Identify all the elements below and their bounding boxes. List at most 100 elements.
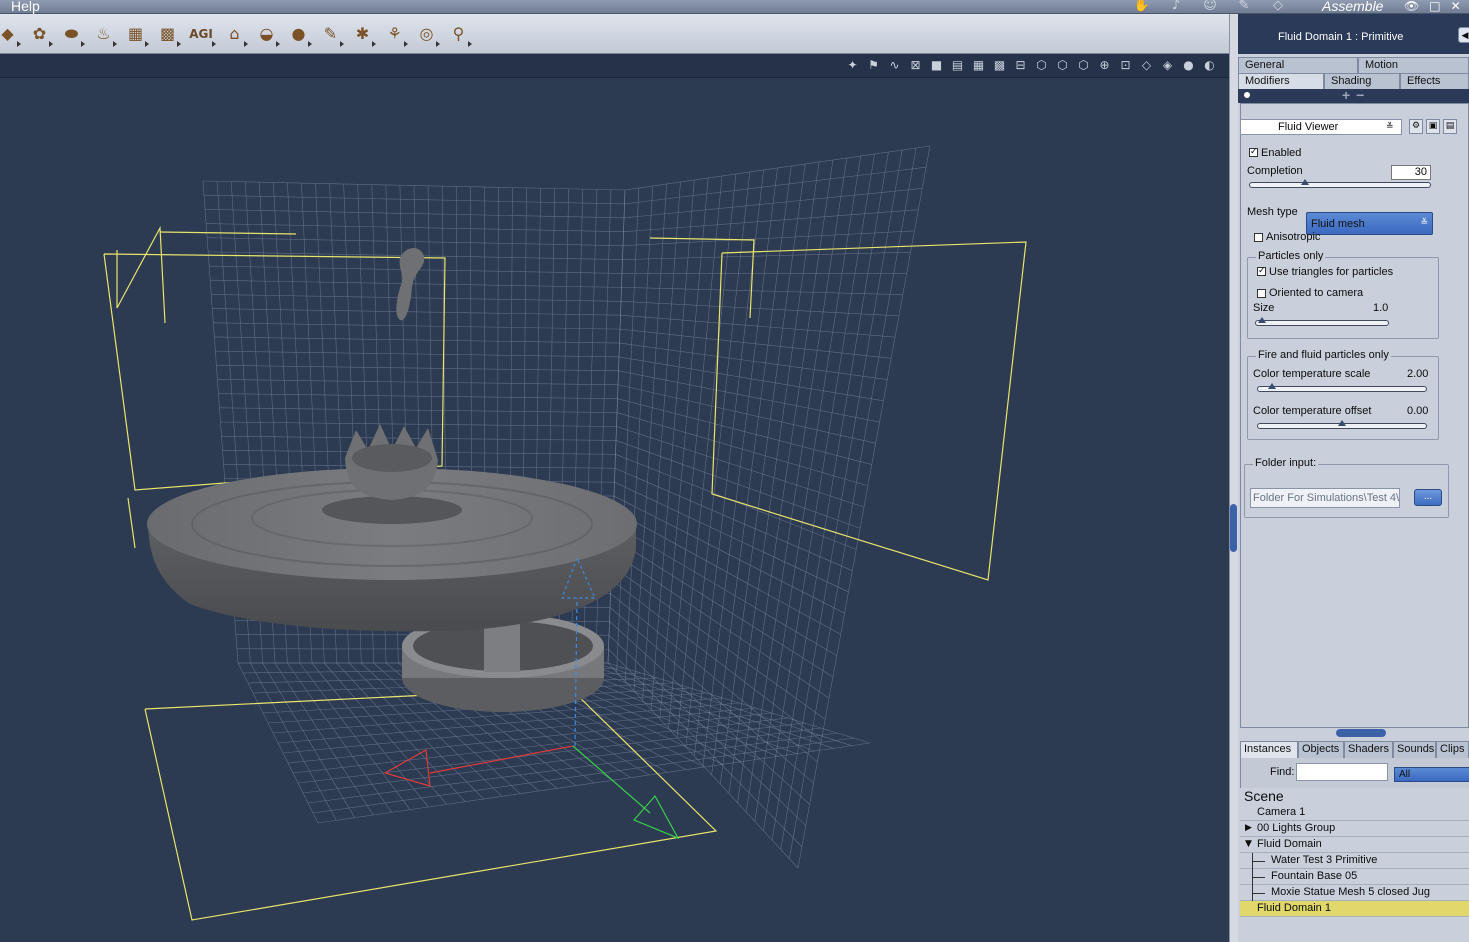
expand-icon[interactable]: ▶ (1245, 821, 1252, 836)
agi-tool[interactable]: AGI (186, 20, 216, 47)
tab-general[interactable]: General (1238, 57, 1358, 73)
fire-tool[interactable]: ♨ (90, 20, 117, 47)
scene-tree-row[interactable]: Moxie Statue Mesh 5 closed Jug (1240, 885, 1469, 901)
anisotropic-checkbox[interactable] (1254, 233, 1263, 242)
viewport-scene[interactable] (0, 78, 1230, 942)
library-tabs: Instances Objects Shaders Sounds Clips (1240, 741, 1469, 758)
viewport-mode-icon[interactable]: ● (1181, 58, 1196, 73)
face-icon[interactable]: ☺ (1198, 0, 1222, 14)
sun-tool[interactable]: ◆ (0, 20, 21, 47)
load-icon[interactable]: ▤ (1443, 119, 1457, 134)
completion-field[interactable]: 30 (1391, 165, 1431, 180)
tab-effects[interactable]: Effects (1400, 73, 1469, 89)
viewport-mode-icon[interactable]: ■ (929, 58, 944, 73)
panel-horizontal-splitter[interactable] (1238, 728, 1469, 740)
viewport-mode-icon[interactable]: ▦ (971, 58, 986, 73)
house-tool[interactable]: ⌂ (221, 20, 248, 47)
hand-icon[interactable]: ✋ (1130, 0, 1154, 14)
find-scope-select[interactable]: All (1394, 767, 1469, 782)
browse-folder-button[interactable]: ... (1414, 489, 1442, 506)
viewport-mode-icon[interactable]: ◈ (1160, 58, 1175, 73)
modifier-select[interactable]: Fluid Viewer ≚ (1240, 119, 1402, 135)
scene-tree-row[interactable]: Camera 1 (1240, 805, 1469, 821)
tab-sounds[interactable]: Sounds (1393, 741, 1436, 758)
bone-tool[interactable]: ⚲ (445, 20, 472, 47)
3d-viewport[interactable] (0, 78, 1230, 942)
modifier-dot-icon[interactable] (1244, 92, 1250, 98)
viewport-mode-icon[interactable]: ▤ (950, 58, 965, 73)
menu-help[interactable]: Help (11, 0, 40, 14)
viewport-mode-icon[interactable]: ▩ (992, 58, 1007, 73)
viewport-mode-icon[interactable]: ◇ (1139, 58, 1154, 73)
viewport-mode-icon[interactable]: ⊡ (1118, 58, 1133, 73)
collapse-icon[interactable]: ▼ (1245, 837, 1252, 852)
scene-tree-row[interactable]: Water Test 3 Primitive (1240, 853, 1469, 869)
viewport-mode-icon[interactable]: ⬡ (1055, 58, 1070, 73)
tab-objects[interactable]: Objects (1298, 741, 1344, 758)
bug-tool[interactable]: ✱ (349, 20, 376, 47)
tree-branch-line (1252, 853, 1266, 869)
horizontal-splitter-handle[interactable] (1336, 729, 1386, 737)
tree-tool[interactable]: ✿ (26, 20, 53, 47)
mesh-type-select[interactable]: Fluid mesh ≚ (1306, 212, 1433, 235)
add-remove-modifier-icons[interactable]: +− (1342, 87, 1370, 103)
color-offset-slider-knob[interactable] (1338, 420, 1346, 426)
oriented-checkbox[interactable] (1257, 289, 1266, 298)
maximize-icon[interactable]: □ (1429, 0, 1440, 13)
color-scale-slider[interactable] (1257, 383, 1427, 392)
size-slider[interactable] (1255, 317, 1389, 326)
color-offset-slider[interactable] (1257, 420, 1427, 429)
tripod-tool[interactable]: ⚘ (381, 20, 408, 47)
gear-icon[interactable]: ⚙ (1409, 119, 1423, 134)
scene-tree-row[interactable]: Fountain Base 05 (1240, 869, 1469, 885)
viewport-mode-icon[interactable]: ◐ (1202, 58, 1217, 73)
viewport-mode-icon[interactable]: ⊟ (1013, 58, 1028, 73)
grid-line (623, 188, 923, 219)
terrain2-tool[interactable]: ▩ (154, 20, 181, 47)
color-scale-slider-knob[interactable] (1268, 383, 1276, 389)
scene-tree-row[interactable]: ▶ 00 Lights Group (1240, 821, 1469, 837)
tab-shaders[interactable]: Shaders (1344, 741, 1393, 758)
pin-tool[interactable]: ✎ (317, 20, 344, 47)
modifier-select-value: Fluid Viewer (1278, 121, 1339, 133)
terrain-tool[interactable]: ▦ (122, 20, 149, 47)
tab-motion[interactable]: Motion (1358, 57, 1469, 73)
completion-slider-knob[interactable] (1301, 179, 1309, 185)
close-icon[interactable]: ✕ (1451, 0, 1461, 13)
plane-tool[interactable]: ⬬ (58, 20, 85, 47)
tab-instances[interactable]: Instances (1240, 741, 1298, 758)
viewport-mode-icon[interactable]: ∿ (887, 58, 902, 73)
use-triangles-checkbox[interactable]: ✓ (1257, 267, 1266, 276)
save-icon[interactable]: ▣ (1426, 119, 1440, 134)
viewport-mode-icon[interactable]: ⬡ (1034, 58, 1049, 73)
target-tool[interactable]: ◎ (413, 20, 440, 47)
pen-icon[interactable]: ✎ (1232, 0, 1256, 14)
viewport-mode-icon[interactable]: ⬡ (1076, 58, 1091, 73)
splash-crown-mesh[interactable] (345, 424, 438, 500)
grid-line (614, 481, 849, 593)
find-input[interactable] (1296, 763, 1388, 781)
back-grid-right (607, 145, 931, 869)
tab-clips[interactable]: Clips (1436, 741, 1469, 758)
tab-modifiers[interactable]: Modifiers (1238, 73, 1324, 89)
rock-tool[interactable]: ● (285, 20, 312, 47)
viewport-mode-icon[interactable]: ✦ (845, 58, 860, 73)
eye-icon[interactable]: 👁 (1404, 0, 1419, 13)
bowl-tool[interactable]: ◒ (253, 20, 280, 47)
size-slider-knob[interactable] (1258, 317, 1266, 323)
grid-line (621, 287, 903, 295)
splitter-handle[interactable] (1230, 504, 1237, 552)
find-row: Find: All (1240, 758, 1469, 788)
viewport-mode-icon[interactable]: ⊕ (1097, 58, 1112, 73)
enabled-checkbox[interactable]: ✓ (1249, 148, 1258, 157)
viewport-mode-icon[interactable]: ⊠ (908, 58, 923, 73)
figure-icon[interactable]: ♪ (1164, 0, 1188, 14)
scene-tree-row[interactable]: Fluid Domain 1 (1240, 901, 1469, 917)
scene-tree-row[interactable]: ▼ Fluid Domain (1240, 837, 1469, 853)
room-label: Assemble (1322, 0, 1384, 14)
viewport-mode-icon[interactable]: ⚑ (866, 58, 881, 73)
collapse-icon[interactable]: ◀ (1458, 27, 1469, 43)
tag-icon[interactable]: ◇ (1266, 0, 1290, 14)
completion-slider[interactable] (1249, 179, 1431, 188)
folder-input-field[interactable]: Folder For Simulations\Test 4\ (1250, 488, 1400, 508)
